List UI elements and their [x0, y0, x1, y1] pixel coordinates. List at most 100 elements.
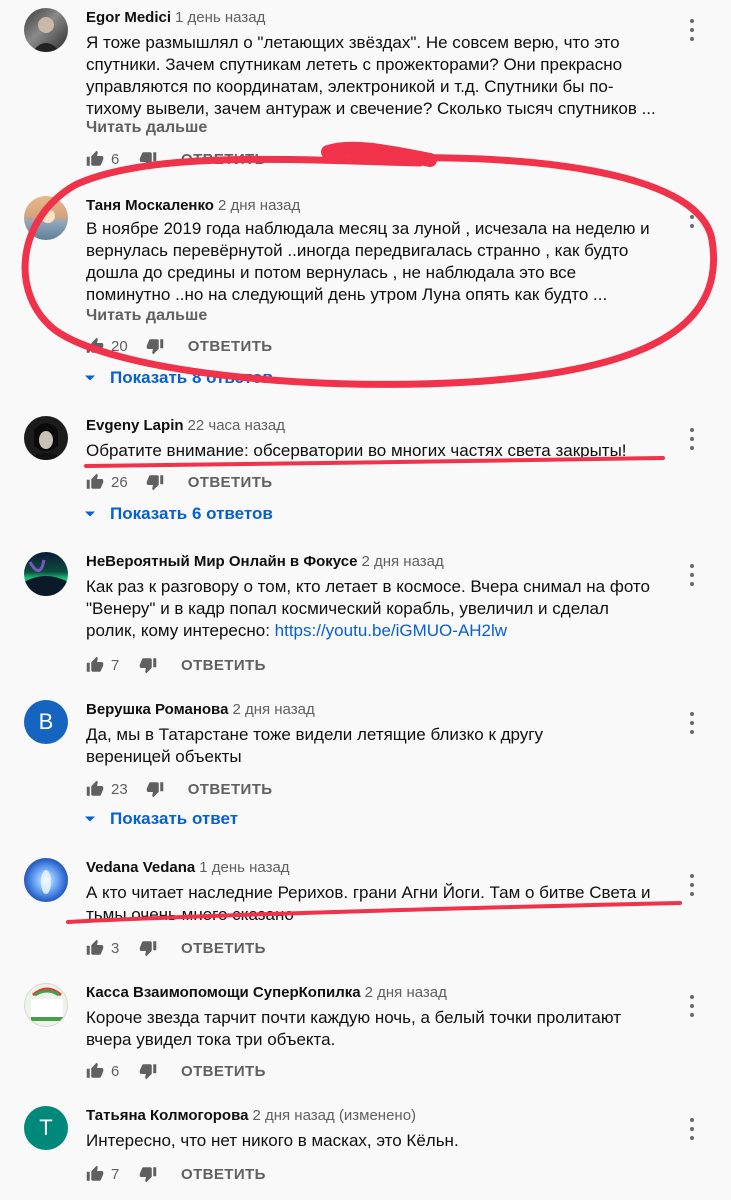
avatar-photo	[24, 559, 68, 596]
avatar-photo	[28, 423, 64, 460]
more-vert-icon[interactable]	[685, 564, 699, 586]
comment-header: Egor Medici 1 день назад	[86, 8, 265, 28]
text-line: тихому вывели, зачем антураж и свечение?…	[86, 99, 656, 118]
reply-button[interactable]: ОТВЕТИТЬ	[181, 1063, 266, 1080]
like-count: 7	[111, 1165, 120, 1183]
comment-header: Таня Москаленко 2 дня назад	[86, 196, 300, 216]
thumb-up-icon[interactable]	[86, 150, 104, 168]
thumb-up-icon[interactable]	[86, 1165, 104, 1183]
avatar[interactable]	[24, 983, 68, 1027]
avatar-logo	[31, 987, 63, 1021]
author-name[interactable]: Evgeny Lapin	[86, 417, 184, 434]
comment-actions: 23 ОТВЕТИТЬ	[86, 777, 272, 801]
thumb-up-icon[interactable]	[86, 1062, 104, 1080]
more-vert-icon[interactable]	[685, 19, 699, 41]
show-replies-button[interactable]: Показать 8 ответов	[84, 368, 273, 388]
avatar[interactable]	[24, 196, 68, 240]
more-vert-icon[interactable]	[685, 874, 699, 896]
author-name[interactable]: НеВероятный Мир Онлайн в Фокусе	[86, 553, 357, 570]
timestamp[interactable]: 2 дня назад	[232, 701, 314, 718]
avatar[interactable]	[24, 552, 68, 596]
show-replies-button[interactable]: Показать 6 ответов	[84, 504, 273, 524]
thumb-down-icon[interactable]	[139, 1062, 157, 1080]
author-name[interactable]: Касса Взаимопомощи СуперКопилка	[86, 984, 361, 1001]
author-name[interactable]: Татьяна Колмогорова	[86, 1107, 248, 1124]
comment-text: Я тоже размышлял о "летающих звёздах". Н…	[86, 32, 676, 120]
comment-header: Касса Взаимопомощи СуперКопилка 2 дня наз…	[86, 983, 447, 1003]
timestamp[interactable]: 1 день назад	[199, 859, 289, 876]
reply-button[interactable]: ОТВЕТИТЬ	[188, 781, 273, 798]
thumb-up-icon[interactable]	[86, 939, 104, 957]
show-replies-button[interactable]: Показать ответ	[84, 809, 238, 829]
text-line: управляются по координатам, электроникой…	[86, 77, 614, 96]
thumb-down-icon[interactable]	[146, 337, 164, 355]
comment-text: А кто читает наследние Рерихов. грани Аг…	[86, 882, 676, 926]
avatar-photo	[41, 209, 55, 223]
timestamp[interactable]: 1 день назад	[175, 9, 265, 26]
text-line: Обратите внимание: обсерватории во многи…	[86, 441, 627, 460]
text-line: Как раз к разговору о том, кто летает в …	[86, 577, 650, 596]
comment-actions: 6 ОТВЕТИТЬ	[86, 147, 266, 171]
thumb-up-icon[interactable]	[86, 656, 104, 674]
like-count: 7	[111, 656, 120, 674]
comment-text: Как раз к разговору о том, кто летает в …	[86, 576, 676, 642]
avatar[interactable]	[24, 8, 68, 52]
read-more-link[interactable]: Читать дальше	[86, 118, 207, 138]
comment-header: Верушка Романова 2 дня назад	[86, 700, 315, 720]
avatar-letter: В	[38, 709, 54, 734]
text-line: Интересно, что нет никого в масках, это …	[86, 1131, 459, 1150]
timestamp[interactable]: 2 дня назад	[218, 197, 300, 214]
text-line: ролик, кому интересно: https://youtu.be/…	[86, 620, 676, 642]
comment-actions: 7 ОТВЕТИТЬ	[86, 653, 266, 677]
timestamp[interactable]: 2 дня назад	[361, 553, 443, 570]
comment-header: Татьяна Колмогорова 2 дня назад (изменено…	[86, 1106, 416, 1126]
text-line: вереницей объекты	[86, 747, 242, 766]
author-name[interactable]: Vedana Vedana	[86, 859, 195, 876]
like-count: 20	[111, 337, 128, 355]
comment-text: В ноябре 2019 года наблюдала месяц за лу…	[86, 218, 676, 306]
chevron-down-icon	[85, 816, 95, 822]
more-vert-icon[interactable]	[685, 206, 699, 228]
like-count: 23	[111, 780, 128, 798]
thumb-down-icon[interactable]	[146, 473, 164, 491]
avatar[interactable]: Т	[24, 1106, 68, 1150]
read-more-link[interactable]: Читать дальше	[86, 306, 207, 326]
thumb-up-icon[interactable]	[86, 473, 104, 491]
thumb-up-icon[interactable]	[86, 780, 104, 798]
chevron-down-icon	[85, 375, 95, 381]
more-vert-icon[interactable]	[685, 995, 699, 1017]
thumb-up-icon[interactable]	[86, 337, 104, 355]
timestamp[interactable]: 2 дня назад (изменено)	[252, 1107, 416, 1124]
reply-button[interactable]: ОТВЕТИТЬ	[188, 338, 273, 355]
text-line: вчера увидел тока три объекта.	[86, 1030, 336, 1049]
timestamp[interactable]: 2 дня назад	[365, 984, 447, 1001]
comment-header: Evgeny Lapin 22 часа назад	[86, 416, 285, 436]
reply-button[interactable]: ОТВЕТИТЬ	[181, 940, 266, 957]
comment-text: Обратите внимание: обсерватории во многи…	[86, 440, 676, 462]
avatar[interactable]	[24, 858, 68, 902]
author-name[interactable]: Таня Москаленко	[86, 197, 214, 214]
reply-button[interactable]: ОТВЕТИТЬ	[188, 474, 273, 491]
text-line: В ноябре 2019 года наблюдала месяц за лу…	[86, 219, 650, 238]
more-vert-icon[interactable]	[685, 712, 699, 734]
reply-button[interactable]: ОТВЕТИТЬ	[181, 657, 266, 674]
comment-text: Да, мы в Татарстане тоже видели летящие …	[86, 724, 676, 768]
thumb-down-icon[interactable]	[139, 939, 157, 957]
timestamp[interactable]: 22 часа назад	[188, 417, 285, 434]
chevron-down-icon	[85, 511, 95, 517]
more-vert-icon[interactable]	[685, 428, 699, 450]
reply-button[interactable]: ОТВЕТИТЬ	[181, 151, 266, 168]
avatar[interactable]: В	[24, 700, 68, 744]
more-vert-icon[interactable]	[685, 1118, 699, 1140]
author-name[interactable]: Egor Medici	[86, 9, 171, 26]
thumb-down-icon[interactable]	[146, 780, 164, 798]
text-line: Да, мы в Татарстане тоже видели летящие …	[86, 725, 543, 744]
text-line: тьмы очень много сказано	[86, 905, 294, 924]
avatar[interactable]	[24, 416, 68, 460]
thumb-down-icon[interactable]	[139, 656, 157, 674]
reply-button[interactable]: ОТВЕТИТЬ	[181, 1166, 266, 1183]
video-link[interactable]: https://youtu.be/iGMUO-AH2lw	[275, 621, 507, 640]
thumb-down-icon[interactable]	[139, 1165, 157, 1183]
author-name[interactable]: Верушка Романова	[86, 701, 228, 718]
thumb-down-icon[interactable]	[139, 150, 157, 168]
